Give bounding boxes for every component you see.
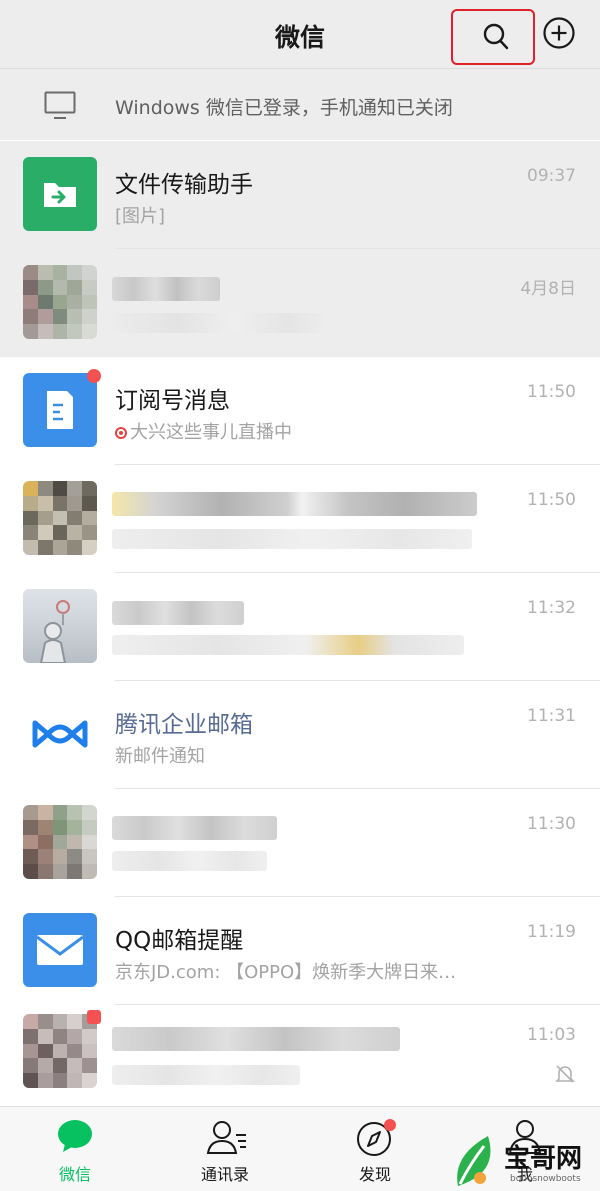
chat-time: 11:31 (527, 706, 576, 726)
tab-discover[interactable]: 发现 (300, 1107, 450, 1191)
login-status-text: Windows 微信已登录，手机通知已关闭 (115, 97, 453, 119)
leaf-logo-icon (457, 1136, 491, 1186)
chat-time: 11:30 (527, 814, 576, 834)
subscription-doc-icon (47, 391, 73, 429)
avatar (23, 369, 101, 447)
blurred-preview (112, 851, 267, 871)
astronaut-image (39, 600, 70, 663)
compass-icon (357, 1119, 396, 1156)
chat-item-qq-mail[interactable]: QQ邮箱提醒 京东JD.com: 【OPPO】焕新季大牌日来… 11:19 (0, 897, 600, 1005)
chat-preview: 京东JD.com: 【OPPO】焕新季大牌日来… (115, 962, 457, 983)
blurred-preview (112, 1065, 300, 1085)
watermark-text: 宝哥网 (504, 1144, 583, 1174)
blurred-name (112, 816, 277, 840)
unread-dot (87, 1010, 101, 1024)
avatar (23, 697, 97, 771)
chat-time: 11:50 (527, 382, 576, 402)
blurred-name (112, 601, 244, 625)
chat-preview: 新邮件通知 (115, 746, 205, 767)
chat-time: 11:03 (527, 1025, 576, 1045)
contacts-icon (206, 1121, 246, 1154)
chat-time: 11:19 (527, 922, 576, 942)
chat-name: 文件传输助手 (115, 172, 253, 198)
unread-dot (87, 369, 101, 383)
chat-time: 09:37 (527, 166, 576, 186)
tab-label: 发现 (358, 1165, 391, 1184)
chat-item-blurred[interactable]: 11:30 (0, 789, 600, 897)
blurred-preview (112, 529, 472, 549)
chat-preview: 大兴这些事儿直播中 (115, 418, 292, 444)
top-bar: 微信 (0, 0, 600, 68)
site-watermark: 宝哥网 bobosnowboots (446, 1130, 600, 1191)
chat-time: 11:32 (527, 598, 576, 618)
monitor-icon (44, 91, 76, 119)
live-icon (115, 427, 127, 439)
blurred-name (112, 1027, 400, 1051)
blurred-preview (112, 313, 332, 333)
avatar (23, 265, 97, 339)
chat-item-blurred-muted[interactable]: 11:03 (0, 1005, 600, 1106)
blurred-preview (112, 635, 464, 655)
chat-item-blurred[interactable]: 11:32 (0, 573, 600, 681)
avatar (23, 1010, 101, 1088)
tencent-mail-logo-icon (32, 720, 88, 748)
avatar (23, 805, 97, 879)
tab-chats[interactable]: 微信 (0, 1107, 150, 1191)
chat-name: 腾讯企业邮箱 (115, 712, 253, 738)
chat-item-blurred[interactable]: 11:50 (0, 465, 600, 573)
avatar (23, 157, 97, 231)
avatar (23, 589, 97, 663)
folder-transfer-icon (44, 183, 76, 207)
avatar (23, 481, 97, 555)
envelope-icon (36, 935, 84, 965)
search-icon (483, 23, 509, 50)
add-icon[interactable] (542, 16, 576, 50)
avatar (23, 913, 97, 987)
watermark-subtext: bobosnowboots (510, 1174, 581, 1184)
tab-contacts[interactable]: 通讯录 (150, 1107, 300, 1191)
chat-time: 11:50 (527, 490, 576, 510)
chat-preview: [图片] (115, 206, 166, 227)
chat-item-tencent-mail[interactable]: 腾讯企业邮箱 新邮件通知 11:31 (0, 681, 600, 789)
chat-name: 订阅号消息 (115, 388, 230, 414)
blurred-name (112, 492, 477, 516)
login-status-banner[interactable]: Windows 微信已登录，手机通知已关闭 (0, 68, 600, 140)
mute-bell-icon (555, 1065, 575, 1083)
tab-label: 通讯录 (200, 1165, 249, 1184)
blurred-name (112, 277, 220, 301)
chat-name: QQ邮箱提醒 (115, 928, 244, 954)
chat-time: 4月8日 (520, 279, 576, 299)
chat-item-file-transfer[interactable]: 文件传输助手 [图片] 09:37 (0, 141, 600, 249)
chat-item-subscriptions[interactable]: 订阅号消息 大兴这些事儿直播中 11:50 (0, 357, 600, 465)
tab-label: 微信 (58, 1165, 91, 1184)
search-button[interactable] (451, 9, 535, 65)
chat-bubble-icon (58, 1120, 92, 1152)
chat-item-blurred[interactable]: 4月8日 (0, 249, 600, 357)
